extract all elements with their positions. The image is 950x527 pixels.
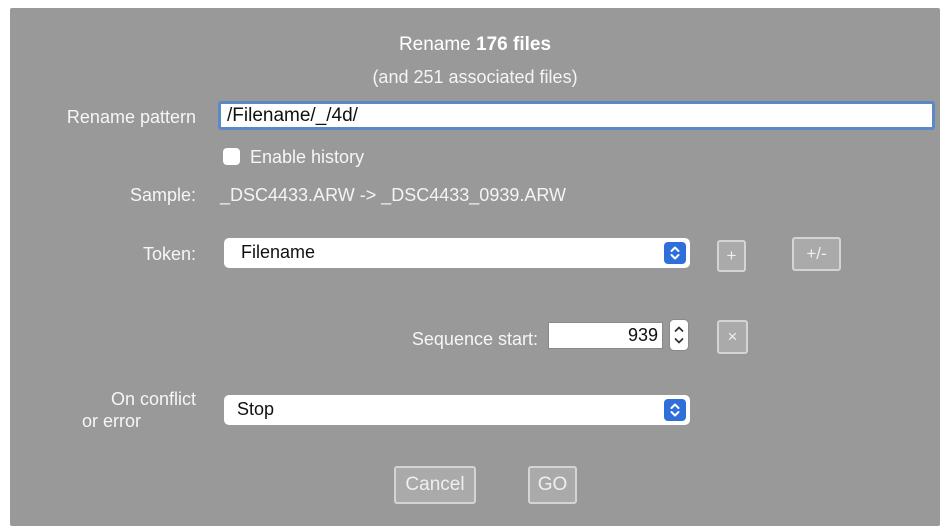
token-label: Token: — [142, 244, 196, 264]
conflict-label-line1: On conflict — [110, 389, 196, 409]
sample-value: _DSC4433.ARW -> _DSC4433_0939.ARW — [220, 185, 567, 205]
token-select[interactable]: Filename — [224, 238, 690, 268]
dialog-title-prefix: Rename — [398, 34, 477, 55]
enable-history-checkbox[interactable] — [223, 148, 240, 165]
conflict-label-line2: or error — [82, 411, 142, 431]
rename-pattern-input[interactable] — [218, 101, 935, 130]
go-button[interactable]: GO — [528, 466, 577, 504]
rename-dialog: Rename 176 files (and 251 associated fil… — [10, 8, 940, 526]
chevron-up-down-icon — [664, 399, 686, 421]
conflict-label: On conflict or error — [10, 388, 196, 432]
token-select-value: Filename — [241, 242, 316, 262]
conflict-select-value: Stop — [237, 399, 275, 419]
toggle-token-button[interactable]: +/- — [792, 237, 841, 271]
rename-pattern-label: Rename pattern — [66, 107, 196, 127]
dialog-subtitle: (and 251 associated files) — [372, 67, 578, 87]
stepper-icon[interactable] — [669, 319, 689, 351]
enable-history-label[interactable]: Enable history — [250, 147, 364, 168]
chevron-up-down-icon — [664, 242, 686, 264]
add-token-button[interactable]: + — [717, 240, 746, 272]
cancel-button[interactable]: Cancel — [394, 466, 476, 504]
dialog-title: Rename 176 files — [10, 34, 940, 56]
clear-sequence-button[interactable]: × — [717, 320, 748, 354]
dialog-title-count: 176 files — [476, 34, 552, 55]
sequence-start-input[interactable]: 939 — [548, 322, 663, 349]
sequence-start-label: Sequence start: — [411, 329, 538, 349]
sample-label: Sample: — [129, 185, 196, 205]
conflict-select[interactable]: Stop — [224, 395, 690, 425]
